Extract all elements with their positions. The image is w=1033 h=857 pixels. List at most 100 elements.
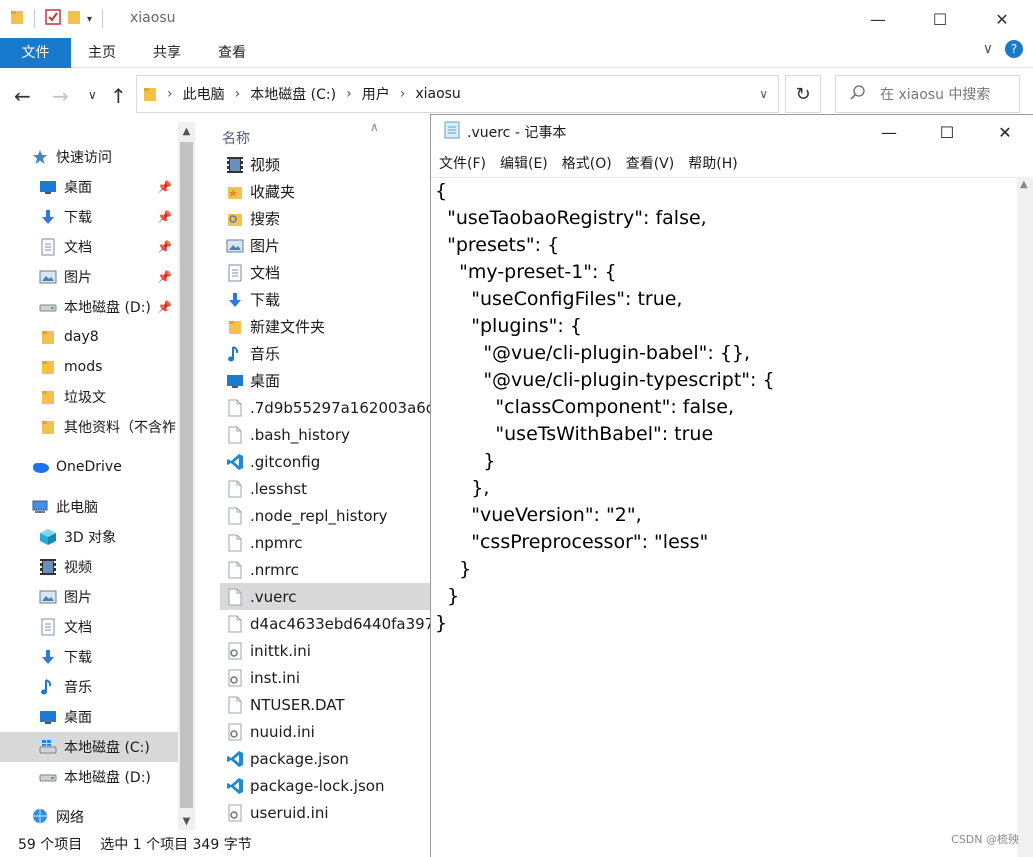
tab-view[interactable]: 查看 [218, 38, 246, 68]
tab-file[interactable]: 文件 [0, 38, 71, 68]
minimize-button[interactable]: — [847, 0, 909, 38]
nav-item[interactable]: 图片 [0, 582, 178, 612]
file-row[interactable]: d4ac4633ebd6440fa397b [220, 610, 433, 637]
chevron-down-icon[interactable]: ∨ [759, 87, 768, 101]
nav-item[interactable]: 垃圾文 [0, 382, 178, 412]
file-row[interactable]: package-lock.json [220, 772, 433, 799]
file-row[interactable]: 下载 [220, 286, 433, 313]
nav-item-label: 此电脑 [56, 500, 98, 516]
column-header-name[interactable]: 名称 [222, 128, 250, 148]
text-editor[interactable]: { "useTaobaoRegistry": false, "presets":… [431, 177, 1017, 857]
nav-item[interactable]: 本地磁盘 (C:) [0, 732, 178, 762]
tab-home[interactable]: 主页 [88, 38, 116, 68]
properties-icon[interactable] [45, 9, 61, 29]
nav-item[interactable]: 网络 [0, 802, 178, 830]
scroll-up-icon[interactable]: ▲ [1020, 179, 1028, 190]
file-row[interactable]: .7d9b55297a162003a6d4 [220, 394, 433, 421]
file-row[interactable]: 桌面 [220, 367, 433, 394]
editor-scrollbar[interactable]: ▲ [1017, 177, 1033, 857]
nav-item[interactable]: day8 [0, 322, 178, 352]
breadcrumb-item[interactable]: 此电脑 [183, 84, 225, 104]
search-input[interactable]: 在 xiaosu 中搜索 [835, 75, 1020, 113]
file-row[interactable]: NTUSER.DAT [220, 691, 433, 718]
file-row[interactable]: 收藏夹 [220, 178, 433, 205]
nav-item[interactable]: 下载 📌 [0, 202, 178, 232]
video-icon [38, 558, 58, 576]
close-button[interactable]: ✕ [971, 0, 1033, 38]
up-arrow-icon[interactable]: ↑ [110, 84, 127, 108]
breadcrumb-item[interactable]: 本地磁盘 (C:) [250, 84, 336, 104]
chevron-right-icon[interactable]: › [400, 86, 406, 102]
recent-dropdown-icon[interactable]: ∨ [88, 88, 97, 102]
menu-help[interactable]: 帮助(H) [688, 153, 737, 173]
chevron-right-icon[interactable]: › [167, 86, 173, 102]
file-row[interactable]: .npmrc [220, 529, 433, 556]
file-row[interactable]: .lesshst [220, 475, 433, 502]
address-bar[interactable]: › 此电脑 › 本地磁盘 (C:) › 用户 › xiaosu ∨ [136, 75, 779, 113]
scroll-up-icon[interactable]: ▲ [178, 122, 195, 140]
scrollbar-thumb[interactable] [180, 142, 193, 808]
file-name: .vuerc [250, 587, 297, 606]
nav-item[interactable]: 其他资料（不含祚 [0, 412, 178, 442]
file-row[interactable]: .gitconfig [220, 448, 433, 475]
file-icon [225, 506, 245, 526]
nav-item[interactable]: 快速访问 [0, 142, 178, 172]
nav-item[interactable]: mods [0, 352, 178, 382]
file-content[interactable]: { "useTaobaoRegistry": false, "presets":… [431, 178, 1017, 637]
minimize-button[interactable]: — [860, 115, 918, 149]
maximize-button[interactable]: ☐ [918, 115, 976, 149]
file-row[interactable]: 音乐 [220, 340, 433, 367]
nav-item[interactable]: 本地磁盘 (D:) [0, 762, 178, 792]
breadcrumb-item[interactable]: 用户 [362, 84, 390, 104]
chevron-down-icon[interactable]: ▾ [87, 14, 92, 25]
nav-item[interactable]: 3D 对象 [0, 522, 178, 552]
file-row[interactable]: 视频 [220, 151, 433, 178]
file-row[interactable]: inst.ini [220, 664, 433, 691]
help-icon[interactable]: ? [1005, 40, 1023, 58]
file-row[interactable]: useruid.ini [220, 799, 433, 826]
maximize-button[interactable]: ☐ [909, 0, 971, 38]
nav-item[interactable]: 下载 [0, 642, 178, 672]
notepad-window: .vuerc - 记事本 — ☐ ✕ 文件(F) 编辑(E) 格式(O) 查看(… [430, 114, 1033, 857]
back-arrow-icon[interactable]: ← [14, 84, 31, 108]
close-button[interactable]: ✕ [976, 115, 1033, 149]
nav-item[interactable]: 桌面 [0, 702, 178, 732]
chevron-down-icon[interactable]: ∨ [983, 41, 993, 57]
nav-item[interactable]: 此电脑 [0, 492, 178, 522]
nav-item[interactable]: 文档 📌 [0, 232, 178, 262]
nav-item[interactable]: 图片 📌 [0, 262, 178, 292]
tab-share[interactable]: 共享 [153, 38, 181, 68]
file-row[interactable]: package.json [220, 745, 433, 772]
navigation-scrollbar[interactable]: ▲ ▼ [178, 122, 195, 830]
file-row[interactable]: 搜索 [220, 205, 433, 232]
breadcrumb-item[interactable]: xiaosu [415, 86, 461, 102]
new-folder-icon[interactable] [67, 9, 81, 29]
file-row[interactable]: .nrmrc [220, 556, 433, 583]
file-row[interactable]: nuuid.ini [220, 718, 433, 745]
file-row[interactable]: 新建文件夹 [220, 313, 433, 340]
file-row[interactable]: .bash_history [220, 421, 433, 448]
menu-view[interactable]: 查看(V) [626, 153, 675, 173]
forward-arrow-icon[interactable]: → [52, 84, 69, 108]
file-row[interactable]: 图片 [220, 232, 433, 259]
folder-icon [38, 358, 58, 376]
scroll-down-icon[interactable]: ▼ [178, 812, 195, 830]
chevron-right-icon[interactable]: › [346, 86, 352, 102]
chevron-right-icon[interactable]: › [235, 86, 241, 102]
file-row[interactable]: 文档 [220, 259, 433, 286]
navigation-pane: 快速访问 桌面 📌 下载 📌 文档 📌 图片 📌 本地磁盘 (D:) 📌 day8 mods 垃圾文 其他资… [0, 122, 196, 830]
refresh-button[interactable]: ↻ [785, 75, 821, 113]
menu-edit[interactable]: 编辑(E) [500, 153, 548, 173]
nav-item[interactable]: 本地磁盘 (D:) 📌 [0, 292, 178, 322]
nav-item[interactable]: OneDrive [0, 452, 178, 482]
nav-item[interactable]: 视频 [0, 552, 178, 582]
document-icon [225, 263, 245, 283]
menu-format[interactable]: 格式(O) [562, 153, 612, 173]
file-row[interactable]: inittk.ini [220, 637, 433, 664]
nav-item[interactable]: 桌面 📌 [0, 172, 178, 202]
nav-item[interactable]: 文档 [0, 612, 178, 642]
menu-file[interactable]: 文件(F) [439, 153, 486, 173]
nav-item[interactable]: 音乐 [0, 672, 178, 702]
file-row[interactable]: .node_repl_history [220, 502, 433, 529]
file-row[interactable]: .vuerc [220, 583, 433, 610]
